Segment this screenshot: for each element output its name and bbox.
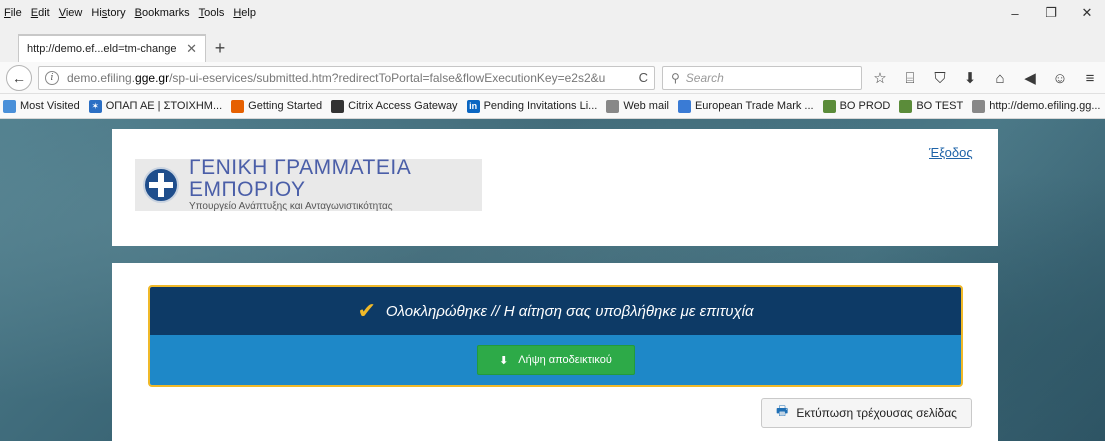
reading-list-icon[interactable]: ⌸ <box>895 66 925 90</box>
bookmark-favicon-icon <box>972 99 986 113</box>
bookmark-item[interactable]: BO TEST <box>899 99 964 113</box>
bookmark-label: Most Visited <box>20 100 80 112</box>
reload-icon[interactable]: C <box>639 70 648 85</box>
bookmark-favicon-icon <box>231 99 245 113</box>
bookmark-favicon-icon: in <box>466 99 480 113</box>
navigation-bar: ← i demo.efiling.gge.gr/sp-ui-eservices/… <box>0 62 1105 94</box>
menu-item[interactable]: History <box>91 7 125 19</box>
new-tab-button[interactable]: + <box>209 36 231 60</box>
minimize-button[interactable]: – <box>997 0 1033 26</box>
printer-icon: 🖶 <box>776 403 789 418</box>
restore-button[interactable]: ❐ <box>1033 0 1069 26</box>
print-page-button[interactable]: 🖶 Εκτύπωση τρέχουσας σελίδας <box>761 398 972 428</box>
bookmark-item[interactable]: Web mail <box>606 99 669 113</box>
bookmark-item[interactable]: ✶ ΟΠΑΠ ΑΕ | ΣΤΟΙΧΗΜ... <box>88 99 223 113</box>
bookmark-item[interactable]: Most Visited <box>3 99 80 113</box>
bookmark-favicon-icon: ✶ <box>88 99 102 113</box>
url-suffix: /sp-ui-eservices/submitted.htm?redirectT… <box>169 71 606 85</box>
page-content: ΓΕΝΙΚΗ ΓΡΑΜΜΑΤΕΙΑ ΕΜΠΟΡΙΟΥ Υπουργείο Ανά… <box>0 119 1105 441</box>
search-placeholder: Search <box>685 71 724 85</box>
success-message: Ολοκληρώθηκε // Η αίτηση σας υποβλήθηκε … <box>385 302 754 320</box>
close-window-button[interactable]: ✕ <box>1069 0 1105 26</box>
sync-account-icon[interactable]: ☺ <box>1045 66 1075 90</box>
org-subtitle: Υπουργείο Ανάπτυξης και Ανταγωνιστικότητ… <box>189 201 393 212</box>
bookmark-label: European Trade Mark ... <box>694 100 814 112</box>
download-icon: ⬇ <box>499 354 509 367</box>
search-input[interactable]: ⚲ Search <box>662 66 862 90</box>
bookmark-favicon-icon <box>3 99 16 113</box>
tab-title: http://demo.ef...eld=tm-change <box>27 43 177 55</box>
logo-text: ΓΕΝΙΚΗ ΓΡΑΜΜΑΤΕΙΑ ΕΜΠΟΡΙΟΥ Υπουργείο Ανά… <box>189 157 482 213</box>
bookmark-item[interactable]: BO PROD <box>822 99 891 113</box>
toolbar-icons: ☆ ⌸ ⛉ ⬇ ⌂ ◀ ☺ ≡ <box>865 66 1105 90</box>
bookmark-label: BO PROD <box>839 100 891 112</box>
logo: ΓΕΝΙΚΗ ΓΡΑΜΜΑΤΕΙΑ ΕΜΠΟΡΙΟΥ Υπουργείο Ανά… <box>135 157 482 213</box>
bookmark-item[interactable]: Citrix Access Gateway <box>331 99 458 113</box>
url-prefix: demo.efiling. <box>67 71 136 85</box>
bookmark-favicon-icon <box>606 99 620 113</box>
tab-strip: http://demo.ef...eld=tm-change ✕ + <box>0 26 1105 62</box>
bookmark-favicon-icon <box>331 99 345 113</box>
bookmarks-toolbar: Most Visited ✶ ΟΠΑΠ ΑΕ | ΣΤΟΙΧΗΜ... Getting… <box>0 94 1105 119</box>
bookmark-label: http://demo.efiling.gg... <box>989 100 1101 112</box>
logout-link[interactable]: Έξοδος <box>929 145 973 160</box>
url-domain: gge.gr <box>135 71 170 85</box>
bookmark-item[interactable]: Getting Started <box>231 99 323 113</box>
success-panel: ✔ Ολοκληρώθηκε // Η αίτηση σας υποβλήθηκ… <box>148 285 963 387</box>
bookmark-label: Pending Invitations Li... <box>483 100 598 112</box>
bookmark-favicon-icon <box>822 99 836 113</box>
menu-item[interactable]: View <box>59 7 83 19</box>
bookmark-label: Citrix Access Gateway <box>348 100 458 112</box>
emblem-icon <box>143 167 179 203</box>
bookmark-favicon-icon <box>899 99 913 113</box>
bookmark-item[interactable]: European Trade Mark ... <box>677 99 814 113</box>
downloads-icon[interactable]: ⬇ <box>955 66 985 90</box>
info-icon[interactable]: i <box>45 71 59 85</box>
download-label: Λήψη αποδεικτικού <box>518 354 612 366</box>
bookmark-item[interactable]: in Pending Invitations Li... <box>466 99 598 113</box>
hamburger-menu-icon[interactable]: ≡ <box>1075 66 1105 90</box>
check-icon: ✔ <box>357 298 376 323</box>
menu-items: File Edit View History Bookmarks Tools Help <box>0 7 265 19</box>
bookmark-label: Web mail <box>623 100 669 112</box>
header-card: ΓΕΝΙΚΗ ΓΡΑΜΜΑΤΕΙΑ ΕΜΠΟΡΙΟΥ Υπουργείο Ανά… <box>112 129 998 246</box>
tab-close-icon[interactable]: ✕ <box>186 41 197 57</box>
bookmark-star-icon[interactable]: ☆ <box>865 66 895 90</box>
success-actions: ⬇ Λήψη αποδεικτικού <box>150 335 961 385</box>
menu-item[interactable]: Tools <box>199 7 225 19</box>
menu-item[interactable]: Bookmarks <box>135 7 190 19</box>
back-button[interactable]: ← <box>6 65 32 91</box>
main-card: ✔ Ολοκληρώθηκε // Η αίτηση σας υποβλήθηκ… <box>112 263 998 441</box>
menu-item[interactable]: Edit <box>31 7 50 19</box>
menu-item[interactable]: Help <box>233 7 256 19</box>
home-icon[interactable]: ⌂ <box>985 66 1015 90</box>
bookmark-item[interactable]: http://demo.efiling.gg... <box>972 99 1101 113</box>
success-header: ✔ Ολοκληρώθηκε // Η αίτηση σας υποβλήθηκ… <box>150 287 961 335</box>
org-name: ΓΕΝΙΚΗ ΓΡΑΜΜΑΤΕΙΑ ΕΜΠΟΡΙΟΥ <box>189 156 411 201</box>
download-receipt-button[interactable]: ⬇ Λήψη αποδεικτικού <box>476 345 635 375</box>
bookmark-label: BO TEST <box>916 100 964 112</box>
bookmark-label: ΟΠΑΠ ΑΕ | ΣΤΟΙΧΗΜ... <box>105 100 223 112</box>
url-bar[interactable]: i demo.efiling.gge.gr/sp-ui-eservices/su… <box>38 66 655 90</box>
bookmark-label: Getting Started <box>248 100 323 112</box>
bookmark-favicon-icon <box>677 99 691 113</box>
print-label: Εκτύπωση τρέχουσας σελίδας <box>796 406 957 420</box>
menu-item[interactable]: File <box>4 7 22 19</box>
url-text[interactable]: demo.efiling.gge.gr/sp-ui-eservices/subm… <box>67 71 627 85</box>
window-controls: – ❐ ✕ <box>997 0 1105 26</box>
menu-bar: File Edit View History Bookmarks Tools Help – … <box>0 0 1105 26</box>
search-icon: ⚲ <box>671 71 680 85</box>
pocket-icon[interactable]: ⛉ <box>925 66 955 90</box>
share-icon[interactable]: ◀ <box>1015 66 1045 90</box>
browser-tab[interactable]: http://demo.ef...eld=tm-change ✕ <box>18 34 206 62</box>
